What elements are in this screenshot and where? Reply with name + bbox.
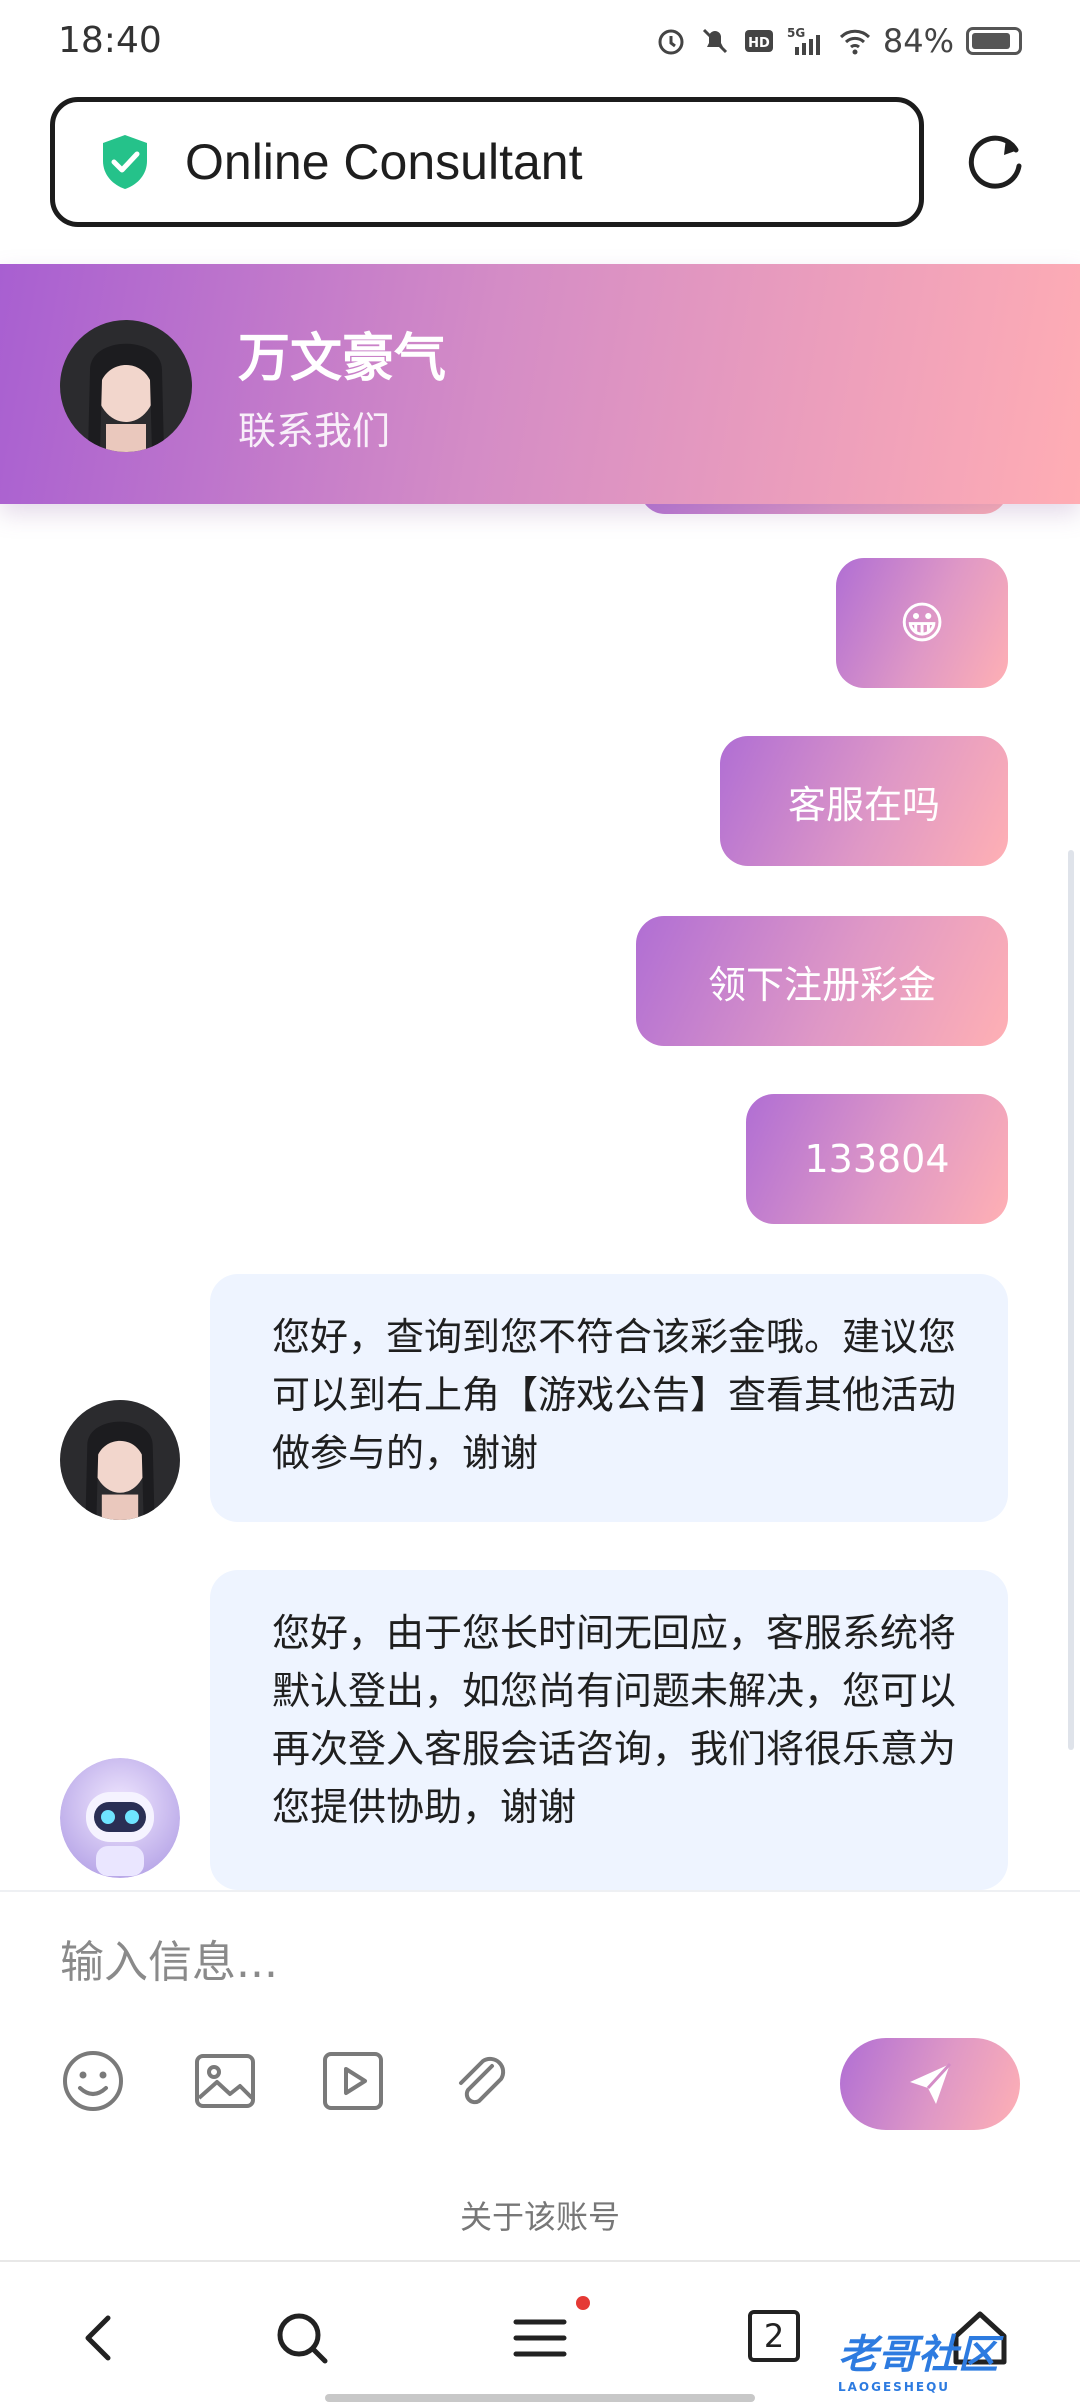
status-bar: 18:40 HD 5G 84% bbox=[0, 0, 1080, 84]
notification-dot bbox=[576, 2296, 590, 2310]
message-bubble-user: 领下注册彩金 bbox=[636, 916, 1008, 1046]
search-icon[interactable] bbox=[270, 2306, 334, 2370]
message-input[interactable]: 输入信息... bbox=[60, 1926, 278, 1990]
message-bubble-user: 客服在吗 bbox=[720, 736, 1008, 866]
chat-header: 万文豪气 联系我们 bbox=[0, 264, 1080, 504]
message-bubble-bot: 您好，由于您长时间无回应，客服系统将默认登出，如您尚有问题未解决，您可以再次登入… bbox=[210, 1570, 1008, 1890]
gesture-bar[interactable] bbox=[325, 2394, 755, 2402]
composer: 输入信息... 关于该账号 bbox=[0, 1890, 1080, 2260]
status-time: 18:40 bbox=[58, 20, 162, 61]
message-bubble-user: 😀 bbox=[836, 558, 1008, 688]
browser-bottom-nav: 2 老哥社区 LAOGESHEQU bbox=[0, 2260, 1080, 2408]
attachment-icon[interactable] bbox=[448, 2048, 514, 2114]
mute-icon bbox=[702, 28, 727, 54]
svg-text:HD: HD bbox=[748, 36, 770, 51]
hd-icon: HD bbox=[744, 30, 773, 52]
chat-scrollbar[interactable] bbox=[1068, 850, 1074, 1750]
message-bubble-user: 133804 bbox=[746, 1094, 1008, 1224]
send-button[interactable] bbox=[840, 2038, 1020, 2130]
agent-avatar bbox=[60, 320, 192, 452]
signal-icon: 5G bbox=[787, 26, 820, 55]
alarm-icon bbox=[658, 29, 684, 55]
watermark: 老哥社区 LAOGESHEQU bbox=[838, 2332, 998, 2394]
battery-icon bbox=[966, 27, 1022, 55]
message-bubble-agent: 您好，查询到您不符合该彩金哦。建议您可以到右上角【游戏公告】查看其他活动做参与的… bbox=[210, 1274, 1008, 1522]
reload-icon[interactable] bbox=[962, 128, 1028, 194]
agent-name: 万文豪气 bbox=[238, 329, 447, 389]
address-bar[interactable]: Online Consultant bbox=[50, 97, 924, 227]
send-icon bbox=[910, 2062, 952, 2104]
back-icon[interactable] bbox=[68, 2306, 132, 2370]
status-icons: HD 5G 84% bbox=[655, 18, 1022, 64]
video-icon[interactable] bbox=[320, 2048, 386, 2114]
shield-check-icon bbox=[103, 135, 147, 189]
battery-percent: 84% bbox=[882, 22, 954, 60]
page-title: Online Consultant bbox=[185, 134, 583, 190]
about-account-link[interactable]: 关于该账号 bbox=[0, 2192, 1080, 2238]
chat-area[interactable]: 😀 客服在吗 领下注册彩金 133804 您好，查询到您不符合该彩金哦。建议您可… bbox=[0, 504, 1080, 1890]
bot-avatar bbox=[60, 1758, 180, 1878]
tabs-button[interactable]: 2 bbox=[748, 2310, 800, 2362]
image-icon[interactable] bbox=[192, 2048, 258, 2114]
agent-avatar bbox=[60, 1400, 180, 1520]
previous-message-bubble bbox=[640, 504, 1008, 514]
contact-us-label: 联系我们 bbox=[238, 409, 391, 453]
emoji-icon[interactable] bbox=[60, 2048, 126, 2114]
svg-text:5G: 5G bbox=[787, 26, 805, 40]
wifi-icon bbox=[839, 29, 870, 55]
menu-icon[interactable] bbox=[508, 2306, 572, 2370]
